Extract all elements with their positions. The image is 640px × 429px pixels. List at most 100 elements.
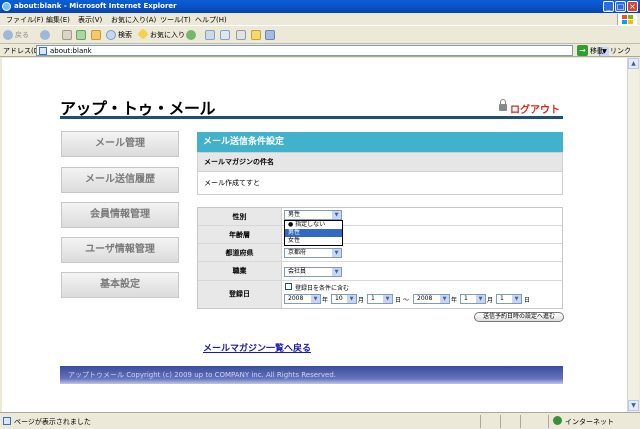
- history-icon[interactable]: [205, 30, 215, 40]
- gender-selected: 男性: [288, 211, 301, 218]
- page-viewport: アップ・トゥ・メール ログアウト メール管理 メール送信履歴 会員情報管理 ユー…: [2, 58, 627, 412]
- chevron-down-icon: ▼: [332, 268, 341, 276]
- from-month-select[interactable]: 10 ▼: [331, 294, 357, 304]
- gender-option-highlighted[interactable]: 男性: [285, 229, 342, 237]
- logout-link[interactable]: ログアウト: [500, 101, 560, 116]
- toolbar: 戻る 検索 お気に入り: [0, 27, 640, 44]
- search-icon[interactable]: [106, 30, 116, 40]
- ie-icon: [2, 2, 11, 11]
- status-divider: [480, 415, 481, 428]
- day-unit: 日: [524, 297, 531, 304]
- year-unit: 年: [451, 297, 458, 304]
- to-year-select[interactable]: 2008 ▼: [413, 294, 450, 304]
- gender-dropdown-list: ● 指定しない 男性 女性: [284, 220, 343, 246]
- address-input[interactable]: about:blank ▼: [36, 45, 609, 56]
- home-icon[interactable]: [91, 30, 101, 40]
- chevron-down-icon: ▼: [383, 295, 392, 303]
- menu-file[interactable]: ファイル(F): [6, 15, 44, 25]
- back-arrow-icon[interactable]: [3, 30, 13, 40]
- folder-icon[interactable]: [251, 30, 261, 40]
- address-value: about:blank: [50, 47, 92, 55]
- address-bar: アドレス(D) about:blank ▼ → 移動 リンク: [0, 44, 640, 57]
- go-button-label[interactable]: 移動: [590, 46, 604, 56]
- row-age: 年齢層: [198, 226, 562, 244]
- row-job: 職業 会社員 ▼: [198, 262, 562, 281]
- chevron-down-icon: ▼: [332, 211, 341, 219]
- prefecture-label: 都道府県: [198, 244, 282, 261]
- row-gender: 性別 男性 ▼ ● 指定しない 男性 女性: [198, 208, 562, 246]
- year-unit: 年: [322, 297, 329, 304]
- menu-bar: ファイル(F) 編集(E) 表示(V) お気に入り(A) ツール(T) ヘルプ(…: [0, 13, 640, 26]
- chevron-down-icon: ▼: [440, 295, 449, 303]
- from-day-select[interactable]: 1 ▼: [367, 294, 393, 304]
- back-to-list-link[interactable]: メールマガジン一覧へ戻る: [203, 341, 311, 354]
- chevron-down-icon: ▼: [476, 295, 485, 303]
- status-divider: [520, 415, 521, 428]
- regdate-label: 登録日: [198, 281, 282, 308]
- section-title: メール送信条件設定: [197, 132, 563, 152]
- scroll-down-icon[interactable]: ▼: [628, 400, 639, 411]
- menu-favorites[interactable]: お気に入り(A): [111, 15, 156, 25]
- messenger-icon[interactable]: [265, 30, 275, 40]
- media-icon[interactable]: [186, 30, 196, 40]
- menu-view[interactable]: 表示(V): [78, 15, 102, 25]
- forward-arrow-icon[interactable]: [40, 30, 50, 40]
- schedule-button[interactable]: 送信予約日時の設定へ進む: [474, 312, 564, 322]
- menu-tools[interactable]: ツール(T): [160, 15, 191, 25]
- chevron-down-icon: ▼: [512, 295, 521, 303]
- month-unit: 月: [358, 297, 365, 304]
- chevron-down-icon: ▼: [332, 249, 341, 257]
- go-arrow-icon[interactable]: →: [577, 45, 588, 56]
- regdate-checkbox[interactable]: [285, 283, 292, 290]
- range-separator: ～: [403, 297, 410, 304]
- gender-label: 性別: [198, 208, 282, 225]
- back-button-label[interactable]: 戻る: [15, 30, 29, 40]
- job-select[interactable]: 会社員 ▼: [284, 267, 342, 277]
- age-label: 年齢層: [198, 226, 282, 243]
- favorites-star-icon[interactable]: [137, 28, 149, 40]
- job-selected: 会社員: [288, 268, 307, 275]
- logout-label[interactable]: ログアウト: [510, 105, 560, 116]
- gender-option[interactable]: ● 指定しない: [285, 221, 342, 229]
- month-unit: 月: [487, 297, 494, 304]
- menu-edit[interactable]: 編集(E): [46, 15, 70, 25]
- page-footer: アップトゥメール Copyright (c) 2009 up to COMPAN…: [60, 366, 563, 384]
- print-icon[interactable]: [236, 30, 246, 40]
- scroll-up-icon[interactable]: ▲: [628, 58, 639, 69]
- status-text: ページが表示されました: [14, 418, 91, 426]
- maximize-button[interactable]: □: [615, 1, 626, 12]
- refresh-icon[interactable]: [76, 30, 86, 40]
- from-year-select[interactable]: 2008 ▼: [284, 294, 321, 304]
- nav-member-info[interactable]: 会員情報管理: [61, 202, 179, 228]
- chevron-down-icon: ▼: [311, 295, 320, 303]
- nav-mail-management[interactable]: メール管理: [61, 131, 179, 157]
- minimize-button[interactable]: _: [603, 1, 614, 12]
- search-button-label[interactable]: 検索: [118, 30, 132, 40]
- window-title-bar: about:blank - Microsoft Internet Explore…: [0, 0, 640, 13]
- condition-form: 性別 男性 ▼ ● 指定しない 男性 女性 年齢層 都道府県 京都府 ▼ 職業: [197, 207, 563, 309]
- nav-basic-settings[interactable]: 基本設定: [61, 272, 179, 298]
- close-button[interactable]: ×: [627, 1, 638, 12]
- status-divider: [500, 415, 501, 428]
- stop-icon[interactable]: [62, 30, 72, 40]
- page-icon: [39, 47, 47, 55]
- magazine-subject-value: メール作成てすと: [197, 172, 563, 195]
- favorites-button-label[interactable]: お気に入り: [150, 30, 185, 40]
- day-unit: 日: [395, 297, 402, 304]
- chevron-down-icon: ▼: [347, 295, 356, 303]
- to-month-select[interactable]: 1 ▼: [460, 294, 486, 304]
- nav-send-history[interactable]: メール送信履歴: [61, 167, 179, 193]
- status-divider: [548, 415, 549, 428]
- regdate-checkbox-label: 登録日を条件に含む: [295, 285, 350, 292]
- nav-user-info[interactable]: ユーザ情報管理: [61, 237, 179, 263]
- gender-select[interactable]: 男性 ▼: [284, 210, 342, 220]
- mail-icon[interactable]: [220, 30, 230, 40]
- vertical-scrollbar[interactable]: ▲ ▼: [627, 58, 639, 412]
- menu-help[interactable]: ヘルプ(H): [195, 15, 227, 25]
- header-divider: [60, 116, 563, 119]
- to-day-select[interactable]: 1 ▼: [496, 294, 522, 304]
- magazine-subject-label: メールマガジンの件名: [197, 152, 563, 172]
- gender-option[interactable]: 女性: [285, 237, 342, 245]
- links-label[interactable]: リンク: [610, 46, 631, 56]
- prefecture-select[interactable]: 京都府 ▼: [284, 248, 342, 258]
